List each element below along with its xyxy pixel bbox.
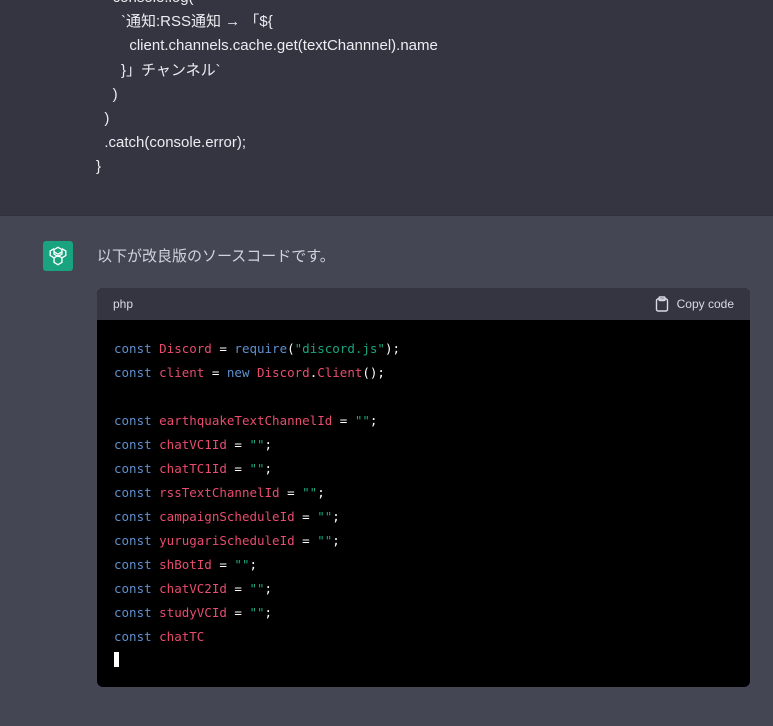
user-code-line: .catch(console.error); xyxy=(96,134,247,152)
code-token: ; xyxy=(332,533,340,548)
code-line: const earthquakeTextChannelId = ""; xyxy=(114,409,734,433)
code-token: "" xyxy=(317,533,333,548)
code-token: = xyxy=(332,413,355,428)
code-line: const shBotId = ""; xyxy=(114,553,734,577)
code-line xyxy=(114,649,734,673)
code-token: ; xyxy=(369,413,378,428)
code-token: studyVCId xyxy=(159,605,227,620)
code-token: ; xyxy=(249,557,258,572)
user-code-line: } xyxy=(96,158,102,176)
code-block: php Copy code const Discord = require("d… xyxy=(97,288,750,687)
assistant-message: 以下が改良版のソースコードです。 php Copy code const Dis… xyxy=(0,216,773,726)
code-token: new xyxy=(226,365,257,380)
code-token: "" xyxy=(249,581,265,596)
code-token: ; xyxy=(264,605,273,620)
code-token: "" xyxy=(317,509,333,524)
code-token: const xyxy=(114,413,160,428)
code-line: const Discord = require("discord.js"); xyxy=(114,337,734,361)
code-token: = xyxy=(226,437,250,452)
code-token: "" xyxy=(302,485,318,500)
code-token: chatVC1Id xyxy=(159,437,227,452)
code-line: const studyVCId = ""; xyxy=(114,601,734,625)
code-token: ( xyxy=(287,341,295,356)
code-token: const xyxy=(114,557,160,572)
clipboard-icon xyxy=(655,296,668,312)
code-token: chatTC1Id xyxy=(159,461,227,476)
code-token: rssTextChannelId xyxy=(159,485,280,500)
code-token: require xyxy=(234,341,288,356)
code-token: Discord xyxy=(257,365,310,380)
user-message: console.log( `通知:RSS通知 → 「${ client.chan… xyxy=(0,0,773,216)
code-token: = xyxy=(294,533,318,548)
code-token: "" xyxy=(234,557,250,572)
code-token: "" xyxy=(249,437,265,452)
code-token: const xyxy=(114,461,160,476)
typing-cursor xyxy=(114,652,119,667)
code-token: client xyxy=(159,365,205,380)
code-token: earthquakeTextChannelId xyxy=(159,413,333,428)
code-token: = xyxy=(204,365,227,380)
code-token: const xyxy=(114,365,160,380)
code-token: (); xyxy=(362,365,385,380)
code-line: const campaignScheduleId = ""; xyxy=(114,505,734,529)
code-token: ; xyxy=(264,581,273,596)
code-token: const xyxy=(114,509,160,524)
code-line: const client = new Discord.Client(); xyxy=(114,361,734,385)
code-token: = xyxy=(211,341,235,356)
user-message-code: console.log( `通知:RSS通知 → 「${ client.chan… xyxy=(96,0,438,180)
user-code-line: }」チャンネル` xyxy=(96,61,221,79)
code-token: "" xyxy=(249,605,265,620)
code-token: = xyxy=(279,485,303,500)
code-token: Discord xyxy=(159,341,212,356)
code-token: ; xyxy=(317,485,325,500)
code-token: "" xyxy=(249,461,265,476)
code-token: const xyxy=(114,629,160,644)
code-token: chatTC xyxy=(159,629,205,644)
code-token: ); xyxy=(384,341,401,356)
code-token: const xyxy=(114,581,160,596)
code-line: const chatVC1Id = ""; xyxy=(114,433,734,457)
code-token: "" xyxy=(354,413,370,428)
code-token: const xyxy=(114,605,160,620)
code-block-header: php Copy code xyxy=(97,288,750,320)
assistant-intro-text: 以下が改良版のソースコードです。 xyxy=(97,248,335,265)
code-language-label: php xyxy=(113,297,134,311)
code-token: const xyxy=(114,533,160,548)
user-code-line: console.log( xyxy=(96,0,438,10)
code-token: campaignScheduleId xyxy=(159,509,295,524)
code-token: ; xyxy=(332,509,340,524)
code-token: = xyxy=(226,461,250,476)
code-token: "discord.js" xyxy=(294,341,385,356)
code-token: ; xyxy=(264,461,273,476)
user-code-line: `通知:RSS通知 → 「${ xyxy=(96,13,273,31)
openai-logo-icon xyxy=(43,241,73,271)
code-token: const xyxy=(114,341,160,356)
code-line: const rssTextChannelId = ""; xyxy=(114,481,734,505)
code-line: const chatTC1Id = ""; xyxy=(114,457,734,481)
code-token: yurugariScheduleId xyxy=(159,533,295,548)
code-line: const chatVC2Id = ""; xyxy=(114,577,734,601)
copy-code-button[interactable]: Copy code xyxy=(655,296,734,312)
code-token: const xyxy=(114,485,160,500)
code-content: const Discord = require("discord.js"); co… xyxy=(97,320,750,673)
code-token: = xyxy=(226,581,250,596)
code-token: Client xyxy=(317,365,363,380)
code-token: = xyxy=(226,605,250,620)
code-token: const xyxy=(114,437,160,452)
code-token: shBotId xyxy=(159,557,212,572)
user-code-line: ) xyxy=(96,109,110,127)
code-token: chatVC2Id xyxy=(159,581,227,596)
code-line: const chatTC xyxy=(114,625,734,649)
user-code-line: ) xyxy=(96,85,118,103)
copy-code-label: Copy code xyxy=(676,297,734,311)
code-line: const yurugariScheduleId = ""; xyxy=(114,529,734,553)
code-token: ; xyxy=(264,437,273,452)
user-code-line: client.channels.cache.get(textChannnel).… xyxy=(96,37,438,55)
code-token: = xyxy=(294,509,318,524)
code-token: = xyxy=(211,557,235,572)
